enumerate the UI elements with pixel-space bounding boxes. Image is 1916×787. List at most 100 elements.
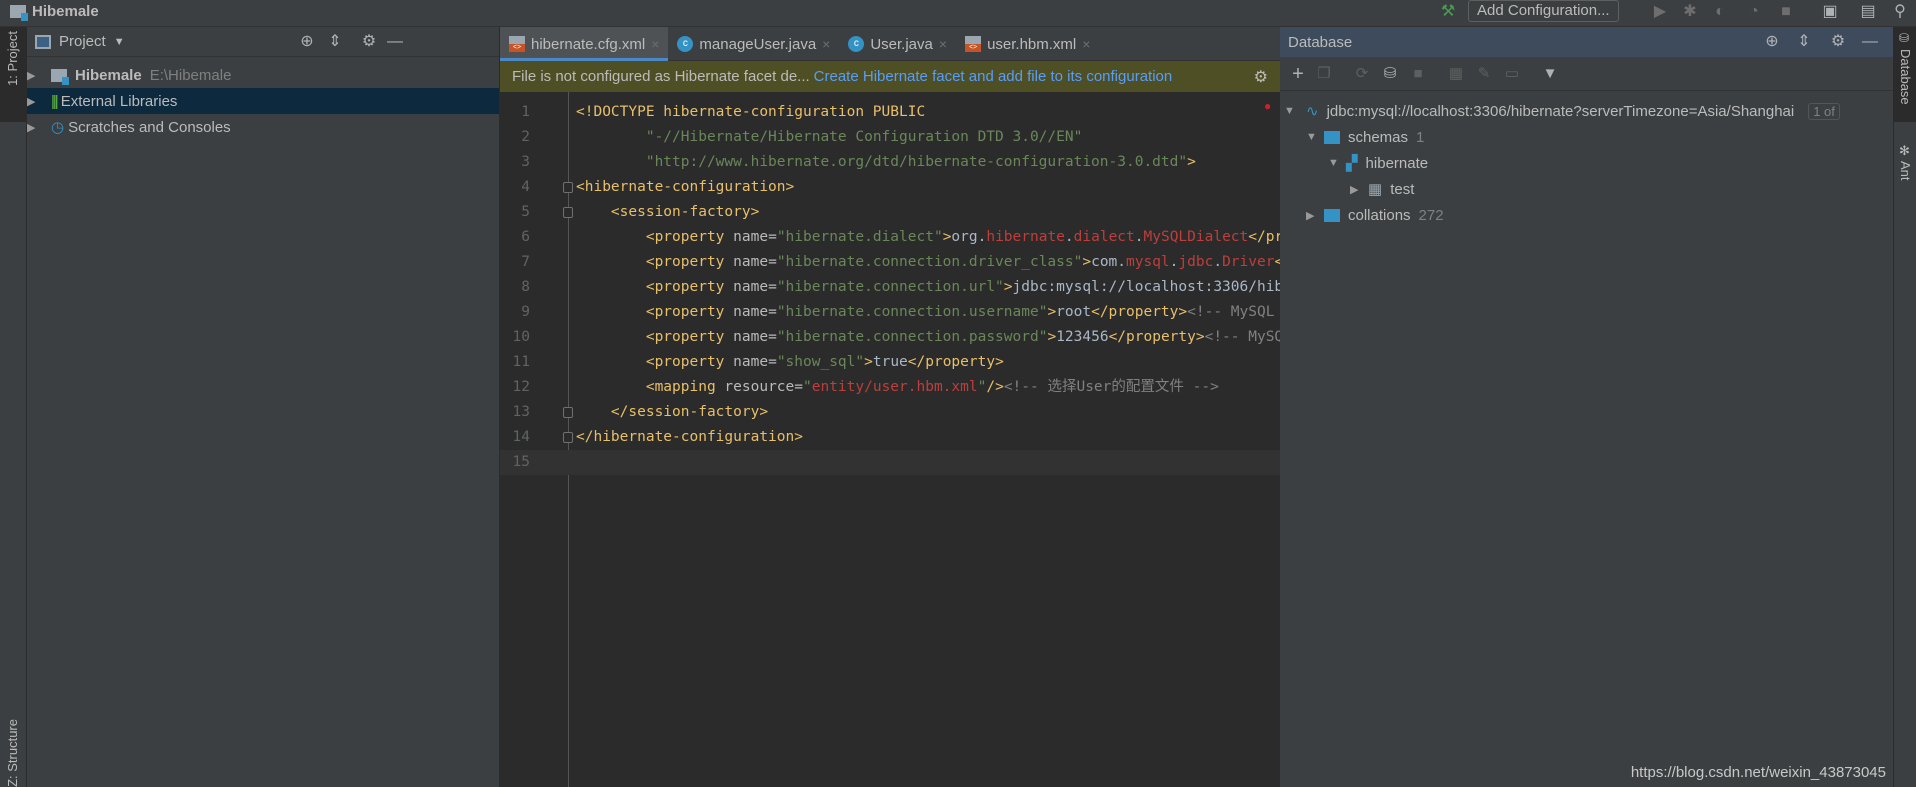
- close-tab-icon[interactable]: ×: [822, 36, 830, 52]
- code-token: "http://www.hibernate.org/dtd/hibernate-…: [645, 154, 1188, 170]
- fold-marker-icon[interactable]: [563, 407, 573, 418]
- build-hammer-icon[interactable]: ⚒: [1438, 2, 1458, 22]
- code-line[interactable]: 10 <property name="hibernate.connection.…: [500, 325, 1292, 350]
- line-text: </hibernate-configuration>: [576, 425, 803, 450]
- gear-icon[interactable]: ⚙: [1828, 32, 1848, 52]
- refresh-icon[interactable]: ⟳: [1352, 64, 1372, 84]
- structure-tool-tab[interactable]: Z: Structure: [5, 719, 20, 787]
- fold-marker-icon[interactable]: [563, 182, 573, 193]
- duplicate-icon[interactable]: ❐: [1314, 64, 1334, 84]
- tab-user-java[interactable]: c User.java ×: [839, 27, 956, 61]
- code-line[interactable]: 9 <property name="hibernate.connection.u…: [500, 300, 1280, 325]
- db-tree-datasource[interactable]: ▼ ∿ jdbc:mysql://localhost:3306/hibernat…: [1280, 98, 1893, 124]
- project-structure-icon[interactable]: ▣: [1820, 2, 1840, 22]
- minimize-icon[interactable]: —: [385, 32, 405, 52]
- data-source-properties-icon[interactable]: ⛁: [1380, 64, 1400, 84]
- code-line[interactable]: 15: [500, 450, 1280, 475]
- db-tree-collations[interactable]: ▶ collations 272: [1280, 202, 1893, 228]
- collapse-arrow-icon[interactable]: ▼: [1306, 131, 1317, 143]
- tab-hibernate-cfg-xml[interactable]: hibernate.cfg.xml ×: [500, 27, 669, 61]
- code-token: entity/user.hbm.xml: [811, 379, 978, 395]
- gear-icon[interactable]: ⚙: [1254, 67, 1268, 87]
- code-line[interactable]: 12 <mapping resource="entity/user.hbm.xm…: [500, 375, 1280, 400]
- tree-item-path: E:\Hibemale: [149, 66, 232, 84]
- stop-icon[interactable]: ■: [1776, 2, 1796, 22]
- gear-icon[interactable]: ⚙: [359, 32, 379, 52]
- tab-user-hbm-xml[interactable]: user.hbm.xml ×: [956, 27, 1099, 61]
- locate-icon[interactable]: ⊕: [297, 32, 317, 52]
- code-line[interactable]: 2 "-//Hibernate/Hibernate Configuration …: [500, 125, 1280, 150]
- expand-arrow-icon[interactable]: ▶: [27, 95, 37, 108]
- code-line[interactable]: 14 </hibernate-configuration>: [500, 425, 1280, 450]
- sql-console-icon[interactable]: ▭: [1502, 64, 1522, 84]
- terminal-icon[interactable]: ▤: [1858, 2, 1878, 22]
- tree-item-scratches[interactable]: ▶ ◷ Scratches and Consoles: [27, 114, 499, 140]
- line-text: <property name="hibernate.dialect">org.h…: [576, 225, 1344, 250]
- collapse-all-icon[interactable]: ⇕: [325, 32, 345, 52]
- database-panel: Database ⊕ ⇕ ⚙ — + ❐ ⟳ ⛁ ■ ▦ ✎ ▭ ▼ ▼ ∿ j…: [1280, 27, 1893, 787]
- expand-arrow-icon[interactable]: ▶: [1350, 183, 1360, 196]
- expand-arrow-icon[interactable]: ▶: [1306, 209, 1316, 222]
- collapse-arrow-icon[interactable]: ▼: [1284, 105, 1295, 117]
- code-area[interactable]: 1 <!DOCTYPE hibernate-configuration PUBLI…: [500, 92, 1370, 787]
- code-line[interactable]: 11 <property name="show_sql">true</prope…: [500, 350, 1280, 375]
- code-line[interactable]: 5 <session-factory>: [500, 200, 1280, 225]
- minimize-icon[interactable]: —: [1860, 32, 1880, 52]
- code-line[interactable]: 4 <hibernate-configuration>: [500, 175, 1280, 200]
- ant-tool-tab[interactable]: Ant: [1898, 161, 1913, 181]
- create-facet-link[interactable]: Create Hibernate facet and add file to i…: [814, 68, 1173, 85]
- close-tab-icon[interactable]: ×: [1082, 36, 1090, 52]
- expand-arrow-icon[interactable]: ▶: [27, 121, 37, 134]
- fold-marker-icon[interactable]: [563, 207, 573, 218]
- add-configuration-button[interactable]: Add Configuration...: [1468, 0, 1619, 22]
- add-icon[interactable]: +: [1288, 64, 1308, 84]
- code-line[interactable]: 1 <!DOCTYPE hibernate-configuration PUBLI…: [500, 100, 1280, 125]
- edit-icon[interactable]: ✎: [1474, 64, 1494, 84]
- code-token: name=: [733, 354, 777, 370]
- code-token: <property: [645, 329, 734, 345]
- tree-item-count: 1: [1416, 128, 1425, 146]
- db-tree-schema-hibernate[interactable]: ▼ ▞ hibernate: [1280, 150, 1893, 176]
- coverage-icon[interactable]: ◐: [1710, 2, 1730, 22]
- debug-icon[interactable]: ✱: [1680, 2, 1700, 22]
- code-token: .: [1213, 254, 1223, 270]
- ant-icon: ✻: [1899, 143, 1910, 158]
- tree-item-external-libraries[interactable]: ▶ ||| External Libraries: [27, 88, 499, 114]
- code-token: <!-- 选择User的配置文件 -->: [1003, 379, 1219, 395]
- tree-item-hibemale[interactable]: ▶ Hibemale E:\Hibemale: [27, 62, 499, 88]
- code-token: <property: [645, 304, 734, 320]
- code-line[interactable]: 3 "http://www.hibernate.org/dtd/hibernat…: [500, 150, 1280, 175]
- code-line[interactable]: 8 <property name="hibernate.connection.u…: [500, 275, 1335, 300]
- close-tab-icon[interactable]: ×: [651, 36, 659, 52]
- project-tab-label: 1: Project: [5, 31, 20, 86]
- expand-arrow-icon[interactable]: ▶: [27, 69, 37, 82]
- table-view-icon[interactable]: ▦: [1446, 64, 1466, 84]
- code-line[interactable]: 6 <property name="hibernate.dialect">org…: [500, 225, 1344, 250]
- stop-icon[interactable]: ■: [1408, 64, 1428, 84]
- run-icon[interactable]: ▶: [1650, 2, 1670, 22]
- error-indicator-icon[interactable]: ●: [1264, 99, 1271, 113]
- search-icon[interactable]: ⚲: [1890, 2, 1910, 22]
- left-tool-strip: 1: Project Z: Structure: [0, 27, 27, 787]
- project-tool-tab[interactable]: 1: Project: [0, 27, 26, 122]
- locate-icon[interactable]: ⊕: [1762, 32, 1782, 52]
- tab-label: User.java: [870, 35, 933, 53]
- chevron-down-icon[interactable]: ▼: [114, 36, 125, 48]
- code-line[interactable]: 13 </session-factory>: [500, 400, 1280, 425]
- collapse-all-icon[interactable]: ⇕: [1794, 32, 1814, 52]
- close-tab-icon[interactable]: ×: [939, 36, 947, 52]
- db-tree-table-test[interactable]: ▶ ▦ test: [1280, 176, 1893, 202]
- profile-icon[interactable]: ◔: [1744, 2, 1764, 22]
- database-tool-tab[interactable]: Database ⛁: [1894, 27, 1916, 122]
- db-tree-schemas[interactable]: ▼ schemas 1: [1280, 124, 1893, 150]
- tab-manageuser-java[interactable]: c manageUser.java ×: [668, 27, 839, 61]
- fold-marker-icon[interactable]: [563, 432, 573, 443]
- filter-icon[interactable]: ▼: [1540, 64, 1560, 84]
- code-line[interactable]: 7 <property name="hibernate.connection.d…: [500, 250, 1370, 275]
- project-view-selector[interactable]: Project: [59, 33, 106, 50]
- collapse-arrow-icon[interactable]: ▼: [1328, 157, 1339, 169]
- code-token: "hibernate.connection.url": [776, 279, 1004, 295]
